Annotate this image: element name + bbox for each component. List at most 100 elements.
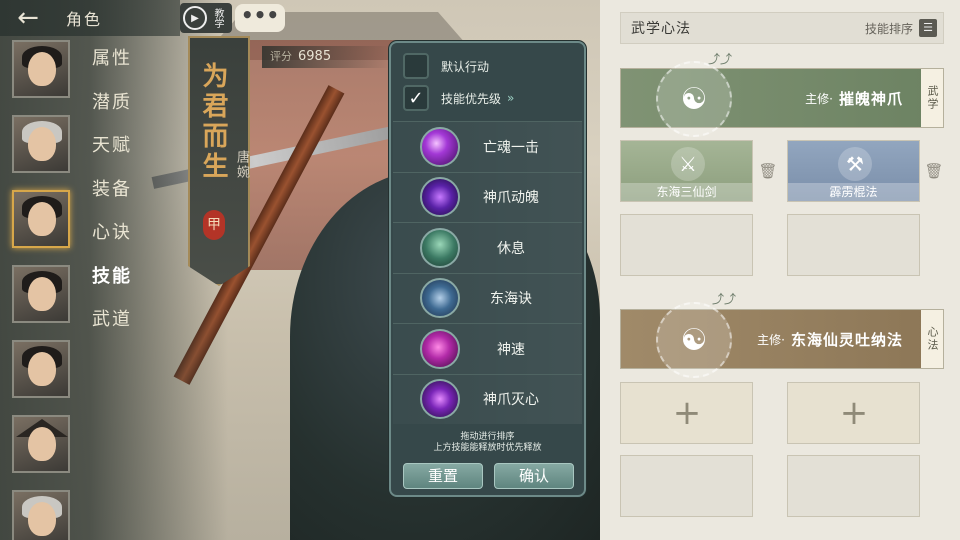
tab-equipment[interactable]: 装备 xyxy=(92,175,152,219)
empty-slot[interactable] xyxy=(787,214,920,276)
skill-priority-panel: 默认行动 ✓ 技能优先级 » 亡魂一击 神爪动魄 休息 东海诀 神速 神爪灭心 … xyxy=(389,41,586,497)
martial-arts-header: 武学心法 技能排序 ☰ xyxy=(620,12,944,44)
portrait-face xyxy=(28,52,56,86)
main-inner-art-card[interactable]: ☯ 主修· 东海仙灵吐纳法 心法 xyxy=(620,302,944,378)
reset-button[interactable]: 重置 xyxy=(403,463,483,489)
character-portrait[interactable] xyxy=(12,490,70,540)
confirm-button[interactable]: 确认 xyxy=(494,463,574,489)
page-title: 角色 xyxy=(66,10,103,29)
add-inner-art-slot[interactable]: + xyxy=(620,382,753,444)
bird-icon: ⤴⤴ xyxy=(712,292,737,306)
empty-slot[interactable] xyxy=(620,455,753,517)
inner-art-tag: 心法 xyxy=(921,310,943,368)
tab-mantra[interactable]: 心诀 xyxy=(92,218,152,262)
skill-name: 休息 xyxy=(497,240,525,257)
back-arrow-icon: ← xyxy=(17,3,39,33)
meditation-icon xyxy=(420,227,460,268)
portrait-face xyxy=(28,352,56,386)
martial-arts-panel: 武学心法 技能排序 ☰ ⤴⤴ ☯ 主修· 摧魄神爪 武学 ⚔ 东海三仙剑 🗑 ⚒… xyxy=(600,0,960,540)
skill-item[interactable]: 休息 xyxy=(393,222,582,273)
score-display: 评分 6985 xyxy=(262,46,390,68)
plus-icon: + xyxy=(672,393,702,433)
main-martial-art-name: 摧魄神爪 xyxy=(838,89,903,108)
character-portrait[interactable] xyxy=(12,340,70,398)
character-portrait[interactable] xyxy=(12,265,70,323)
grade-badge: 甲 xyxy=(203,210,225,240)
purple-strike-icon xyxy=(420,379,460,420)
character-portrait[interactable] xyxy=(12,415,70,473)
top-bar: ← 角色 xyxy=(0,0,180,36)
sort-hint-line: 拖动进行排序 xyxy=(460,432,515,442)
skill-item[interactable]: 神爪灭心 xyxy=(393,373,582,424)
skill-name: 神爪灭心 xyxy=(483,392,539,409)
character-name: 唐婉 xyxy=(234,150,249,180)
default-action-label: 默认行动 xyxy=(441,59,490,74)
portrait-face xyxy=(28,427,56,461)
default-action-checkbox[interactable] xyxy=(403,53,429,79)
portrait-face xyxy=(28,502,56,536)
skill-priority-list: 亡魂一击 神爪动魄 休息 东海诀 神速 神爪灭心 xyxy=(393,121,582,424)
play-icon: ▶ xyxy=(183,6,207,30)
tab-martial-way[interactable]: 武道 xyxy=(92,305,152,349)
tutorial-label: 教学 xyxy=(212,8,223,28)
sort-hint: 拖动进行排序 上方技能能释放时优先释放 xyxy=(391,432,584,454)
blue-wave-icon xyxy=(420,278,460,319)
sort-icon: ☰ xyxy=(919,19,937,37)
portrait-face xyxy=(28,127,56,161)
score-label: 评分 xyxy=(270,50,292,63)
swordsman-icon: ⚔ xyxy=(671,147,705,181)
character-portrait[interactable] xyxy=(12,115,70,173)
tutorial-button[interactable]: ▶ 教学 xyxy=(180,3,232,33)
empty-slot[interactable] xyxy=(620,214,753,276)
trash-icon[interactable]: 🗑 xyxy=(758,162,778,184)
skill-name: 神速 xyxy=(497,341,525,358)
tab-attributes[interactable]: 属性 xyxy=(92,44,152,88)
skill-sort-button[interactable]: 技能排序 ☰ xyxy=(865,19,937,37)
back-button[interactable]: ← xyxy=(0,0,56,36)
tab-talent[interactable]: 天赋 xyxy=(92,131,152,175)
skill-name: 亡魂一击 xyxy=(483,139,539,156)
main-inner-art-name: 东海仙灵吐纳法 xyxy=(790,330,903,349)
tab-skills[interactable]: 技能 xyxy=(92,262,152,306)
martial-tag: 武学 xyxy=(921,69,943,127)
sub-martial-art-name: 霹雳棍法 xyxy=(788,183,919,201)
sort-hint-line: 上方技能能释放时优先释放 xyxy=(433,443,542,453)
tab-potential[interactable]: 潜质 xyxy=(92,88,152,132)
character-list xyxy=(12,40,74,540)
empty-slot[interactable] xyxy=(787,455,920,517)
main-label: 主修· xyxy=(757,332,785,347)
portrait-face xyxy=(28,277,56,311)
score-value: 6985 xyxy=(298,49,332,64)
staff-fighter-icon: ⚒ xyxy=(838,147,872,181)
main-label: 主修· xyxy=(805,91,833,106)
section-title: 武学心法 xyxy=(631,21,691,37)
meditating-monk-icon: ☯ xyxy=(656,302,732,378)
double-chevron-icon: » xyxy=(507,91,515,105)
skill-priority-label: 技能优先级 xyxy=(441,91,502,106)
martial-fighter-icon: ☯ xyxy=(656,61,732,137)
more-button[interactable]: ••• xyxy=(235,4,285,32)
character-portrait-selected[interactable] xyxy=(12,190,70,248)
character-portrait[interactable] xyxy=(12,40,70,98)
banner-motto: 为君而生 xyxy=(198,62,228,182)
skill-name: 东海诀 xyxy=(490,291,532,308)
portrait-face xyxy=(28,202,56,236)
main-martial-art-card[interactable]: ☯ 主修· 摧魄神爪 武学 xyxy=(620,61,944,137)
skill-sort-label: 技能排序 xyxy=(864,21,913,36)
checkmark-icon: ✓ xyxy=(408,87,424,109)
sub-martial-art-card[interactable]: ⚔ 东海三仙剑 xyxy=(620,140,753,202)
skill-priority-option[interactable]: ✓ 技能优先级 » xyxy=(403,85,514,111)
trash-icon[interactable]: 🗑 xyxy=(924,162,944,184)
skill-item[interactable]: 神爪动魄 xyxy=(393,171,582,222)
skill-item[interactable]: 东海诀 xyxy=(393,272,582,323)
purple-swirl-icon xyxy=(420,126,460,167)
sub-martial-art-card[interactable]: ⚒ 霹雳棍法 xyxy=(787,140,920,202)
magenta-speed-icon xyxy=(420,328,460,369)
skill-item[interactable]: 神速 xyxy=(393,323,582,374)
plus-icon: + xyxy=(839,393,869,433)
skill-priority-checkbox[interactable]: ✓ xyxy=(403,85,429,111)
add-inner-art-slot[interactable]: + xyxy=(787,382,920,444)
sub-martial-art-name: 东海三仙剑 xyxy=(621,183,752,201)
default-action-option[interactable]: 默认行动 xyxy=(403,53,489,79)
skill-item[interactable]: 亡魂一击 xyxy=(393,121,582,172)
